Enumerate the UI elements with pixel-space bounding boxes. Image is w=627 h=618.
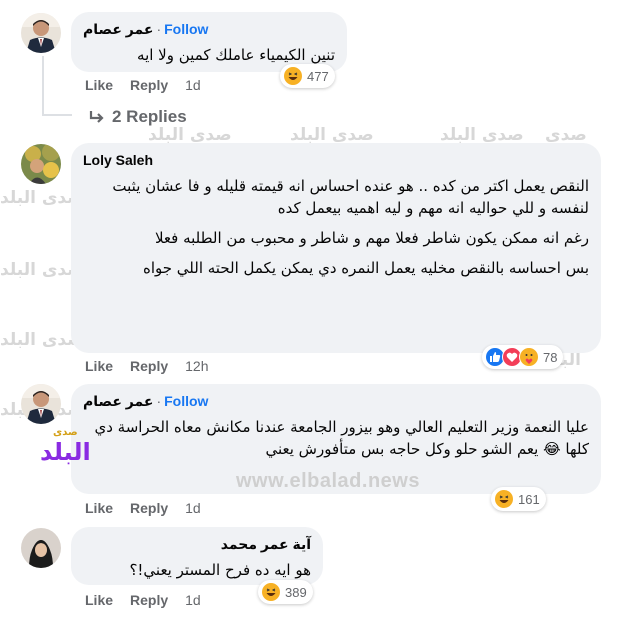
- comment-header: عمر عصام · Follow: [83, 392, 589, 410]
- watermark-text: صدى البلد: [290, 125, 374, 145]
- comment-paragraph: رغم انه ممكن يكون شاطر فعلا مهم و شاطر و…: [154, 229, 589, 247]
- reaction-summary[interactable]: 477: [280, 64, 335, 88]
- timestamp[interactable]: 1d: [185, 77, 201, 93]
- like-button[interactable]: Like: [85, 592, 113, 608]
- reply-button[interactable]: Reply: [130, 358, 168, 374]
- haha-icon: [261, 582, 281, 602]
- haha-icon: [494, 489, 514, 509]
- like-button[interactable]: Like: [85, 358, 113, 374]
- comment-paragraph: بس احساسه بالنقص مخليه يعمل النمره دي يم…: [142, 259, 589, 277]
- reaction-count: 78: [543, 349, 558, 365]
- watermark-text: صدى البلد: [148, 125, 232, 145]
- site-watermark: www.elbalad.news: [236, 470, 420, 492]
- author-name[interactable]: Loly Saleh: [83, 152, 153, 168]
- site-logo: صدى البلد: [40, 427, 91, 467]
- comment-text: عليا النعمة وزير التعليم العالي وهو بيزو…: [83, 416, 589, 460]
- logo-small-text: صدى: [53, 427, 78, 438]
- comment-bubble: Loly Saleh النقص يعمل اكتر من كده .. هو …: [71, 143, 601, 353]
- separator-dot: ·: [156, 393, 162, 409]
- follow-button[interactable]: Follow: [164, 21, 208, 37]
- comment-bubble: آية عمر محمد هو ايه ده فرح المستر يعني!؟: [71, 527, 323, 585]
- comment-actions: Like Reply 12h: [85, 358, 209, 374]
- author-name[interactable]: عمر عصام: [83, 21, 153, 37]
- timestamp[interactable]: 1d: [185, 500, 201, 516]
- comment-header: آية عمر محمد: [83, 535, 311, 553]
- watermark-text: صدى البلد: [440, 125, 524, 145]
- thread-line: [42, 56, 44, 116]
- care-icon: [519, 347, 539, 367]
- separator-dot: ·: [156, 21, 162, 37]
- comment-paragraph: هو ايه ده فرح المستر يعني!؟: [129, 561, 311, 579]
- avatar[interactable]: [21, 384, 61, 424]
- comment-text: تنين الكيمياء عاملك كمين ولا ايه: [83, 44, 335, 66]
- timestamp[interactable]: 1d: [185, 592, 201, 608]
- comment-actions: Like Reply 1d: [85, 592, 201, 608]
- haha-icon: [283, 66, 303, 86]
- comment-paragraph: النقص يعمل اكتر من كده .. هو عنده احساس …: [112, 177, 589, 217]
- reaction-count: 477: [307, 68, 329, 84]
- follow-button[interactable]: Follow: [164, 393, 208, 409]
- reply-button[interactable]: Reply: [130, 500, 168, 516]
- comment-text: النقص يعمل اكتر من كده .. هو عنده احساس …: [83, 175, 589, 279]
- comment-paragraph: عليا النعمة وزير التعليم العالي وهو بيزو…: [94, 418, 589, 458]
- comment-bubble: عمر عصام · Follow تنين الكيمياء عاملك كمين…: [71, 12, 347, 72]
- reply-button[interactable]: Reply: [130, 77, 168, 93]
- comment-actions: Like Reply 1d: [85, 77, 201, 93]
- view-replies-link[interactable]: 2 Replies: [88, 107, 187, 127]
- comment-header: Loly Saleh: [83, 151, 589, 169]
- reaction-summary[interactable]: 389: [258, 580, 313, 604]
- timestamp[interactable]: 12h: [185, 358, 208, 374]
- like-button[interactable]: Like: [85, 77, 113, 93]
- reaction-count: 389: [285, 584, 307, 600]
- reaction-count: 161: [518, 491, 540, 507]
- author-name[interactable]: آية عمر محمد: [221, 536, 311, 552]
- comment-header: عمر عصام · Follow: [83, 20, 335, 38]
- comment-actions: Like Reply 1d: [85, 500, 201, 516]
- reaction-summary[interactable]: 78: [482, 345, 564, 369]
- avatar[interactable]: [21, 528, 61, 568]
- reply-button[interactable]: Reply: [130, 592, 168, 608]
- replies-count-label: 2 Replies: [112, 107, 187, 126]
- thread-line: [42, 114, 72, 116]
- reaction-summary[interactable]: 161: [491, 487, 546, 511]
- avatar[interactable]: [21, 13, 61, 53]
- comment-paragraph: تنين الكيمياء عاملك كمين ولا ايه: [137, 46, 335, 64]
- like-button[interactable]: Like: [85, 500, 113, 516]
- logo-text: البلد: [40, 438, 91, 466]
- comment-text: هو ايه ده فرح المستر يعني!؟: [83, 559, 311, 581]
- reply-arrow-icon: [88, 109, 106, 125]
- avatar[interactable]: [21, 144, 61, 184]
- author-name[interactable]: عمر عصام: [83, 393, 153, 409]
